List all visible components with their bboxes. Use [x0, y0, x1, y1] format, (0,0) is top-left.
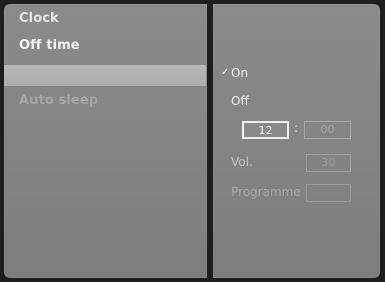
volume-label: Vol. — [231, 155, 253, 169]
option-off[interactable]: Off — [231, 94, 249, 108]
menu-item-clock[interactable]: Clock — [19, 11, 59, 26]
selected-menu-highlight[interactable] — [4, 65, 206, 86]
menu-item-off-time[interactable]: Off time — [19, 38, 80, 53]
tv-osd-menu: Clock Off time Auto sleep ✓ On Off 12 : … — [0, 0, 385, 282]
hour-field[interactable]: 12 — [242, 121, 289, 139]
time-separator: : — [294, 121, 299, 135]
minute-field[interactable]: 00 — [304, 121, 351, 139]
programme-label: Programme — [231, 185, 301, 199]
options-panel — [213, 4, 380, 278]
programme-field[interactable] — [306, 184, 351, 202]
checkmark-icon: ✓ — [221, 67, 230, 78]
menu-item-auto-sleep[interactable]: Auto sleep — [19, 93, 98, 108]
option-on[interactable]: On — [231, 66, 248, 80]
volume-field[interactable]: 30 — [306, 154, 351, 172]
